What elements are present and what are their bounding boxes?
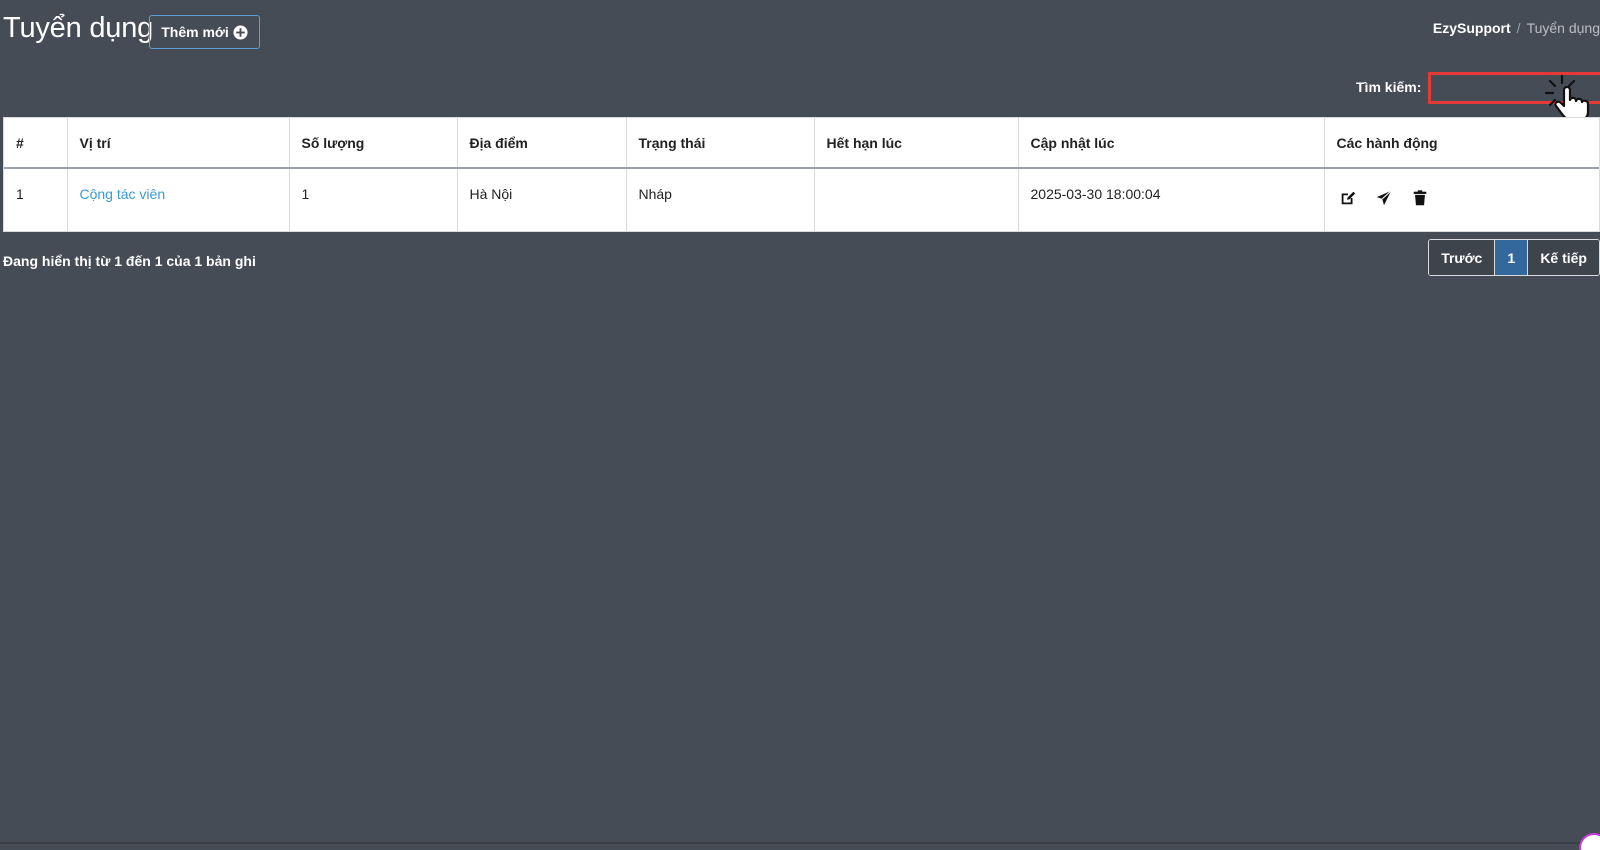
edit-icon[interactable] bbox=[1337, 187, 1359, 209]
row-actions bbox=[1324, 168, 1599, 231]
column-header[interactable]: Trạng thái bbox=[626, 118, 815, 169]
jobs-table: # Vị trí Số lượng Địa điểm Trạng thái Hế… bbox=[3, 117, 1600, 232]
bottom-divider bbox=[0, 842, 1600, 844]
column-header[interactable]: # bbox=[4, 118, 68, 169]
row-location: Hà Nội bbox=[457, 168, 627, 231]
row-expires-at bbox=[814, 168, 1019, 231]
row-updated-at: 2025-03-30 18:00:04 bbox=[1018, 168, 1325, 231]
row-position-cell: Cộng tác viên bbox=[67, 168, 290, 231]
breadcrumb: EzySupport / Tuyển dụng bbox=[1433, 20, 1600, 36]
pointer-hand-icon bbox=[1544, 74, 1590, 122]
table-row: 1 Cộng tác viên 1 Hà Nội Nháp 2025-03-30… bbox=[4, 168, 1599, 231]
column-header[interactable]: Hết hạn lúc bbox=[814, 118, 1019, 169]
row-quantity: 1 bbox=[289, 168, 458, 231]
next-page-button[interactable]: Kế tiếp bbox=[1528, 240, 1599, 275]
page: Tuyển dụng Thêm mới EzySupport / Tuyển d… bbox=[0, 0, 1600, 850]
breadcrumb-separator: / bbox=[1516, 20, 1521, 36]
breadcrumb-root-link[interactable]: EzySupport bbox=[1433, 20, 1511, 36]
add-new-button[interactable]: Thêm mới bbox=[149, 15, 260, 49]
chat-widget-icon[interactable] bbox=[1578, 832, 1600, 850]
breadcrumb-current: Tuyển dụng bbox=[1526, 20, 1600, 36]
search-label: Tìm kiếm: bbox=[1356, 79, 1422, 95]
position-link[interactable]: Cộng tác viên bbox=[80, 186, 166, 202]
plus-circle-icon bbox=[233, 24, 248, 40]
trash-icon[interactable] bbox=[1409, 187, 1431, 209]
send-icon[interactable] bbox=[1373, 187, 1395, 209]
table-info: Đang hiển thị từ 1 đến 1 của 1 bản ghi bbox=[3, 253, 256, 269]
column-header[interactable]: Vị trí bbox=[67, 118, 290, 169]
page-number-button[interactable]: 1 bbox=[1495, 240, 1529, 275]
add-new-label: Thêm mới bbox=[161, 24, 229, 40]
column-header[interactable]: Địa điểm bbox=[457, 118, 627, 169]
row-index: 1 bbox=[4, 168, 68, 231]
pagination: Trước 1 Kế tiếp bbox=[1428, 239, 1600, 276]
row-status: Nháp bbox=[626, 168, 815, 231]
page-title: Tuyển dụng bbox=[3, 12, 154, 44]
column-header[interactable]: Các hành động bbox=[1324, 118, 1599, 169]
column-header[interactable]: Cập nhật lúc bbox=[1018, 118, 1325, 169]
previous-page-button[interactable]: Trước bbox=[1429, 240, 1496, 275]
column-header[interactable]: Số lượng bbox=[289, 118, 458, 169]
table-header-row: # Vị trí Số lượng Địa điểm Trạng thái Hế… bbox=[4, 118, 1599, 169]
